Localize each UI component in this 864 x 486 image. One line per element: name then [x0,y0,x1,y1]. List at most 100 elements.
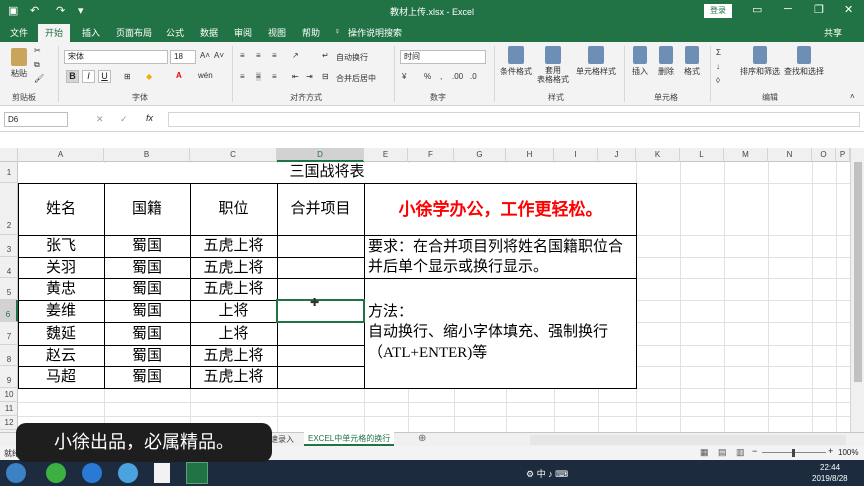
tab-data[interactable]: 数据 [200,26,218,39]
minimize-icon[interactable]: ─ [784,3,792,15]
table-format-button[interactable]: 套用 表格格式 [534,46,572,84]
table-cell[interactable]: 赵云 [18,346,104,366]
row-header-2[interactable]: 2 [0,183,18,235]
grow-font-icon[interactable]: A˄ [200,51,210,60]
tell-me-search[interactable]: 操作说明搜索 [348,26,402,39]
clock-time[interactable]: 22:44 [820,463,840,472]
column-header-k[interactable]: K [636,148,680,162]
table-cell[interactable]: 关羽 [18,258,104,278]
header-cell-name[interactable]: 姓名 [18,184,104,235]
table-cell[interactable]: 马超 [18,367,104,388]
table-cell[interactable]: 蜀国 [104,346,190,366]
tab-home[interactable]: 开始 [38,24,71,42]
column-header-f[interactable]: F [408,148,454,162]
header-cell-position[interactable]: 职位 [190,184,277,235]
enter-icon[interactable]: ✓ [120,114,128,125]
sheet-tab-active[interactable]: EXCEL中单元格的换行 [304,432,395,446]
indent-increase-icon[interactable]: ⇥ [306,72,313,81]
align-center-icon[interactable]: ≡ [256,72,261,81]
select-all-corner[interactable] [0,148,18,162]
restore-icon[interactable]: ❐ [814,3,824,16]
percent-icon[interactable]: % [424,72,431,81]
number-format-select[interactable]: 时间 [400,50,486,64]
app-icon-green[interactable] [46,463,66,483]
table-cell[interactable]: 蜀国 [104,236,190,257]
vertical-scrollbar[interactable] [850,148,864,432]
row-header-5[interactable]: 5 [0,278,18,300]
clock-date[interactable]: 2019/8/28 [812,474,848,483]
cancel-icon[interactable]: ✕ [96,114,104,125]
font-name-select[interactable]: 宋体 [64,50,168,64]
align-left-icon[interactable]: ≡ [240,72,245,81]
app-icon-k[interactable] [82,463,102,483]
table-cell[interactable]: 五虎上将 [190,258,277,278]
format-cells-button[interactable]: 格式 [680,46,704,77]
cut-icon[interactable]: ✂ [34,46,41,55]
tab-insert[interactable]: 插入 [82,26,100,39]
row-header-9[interactable]: 9 [0,366,18,388]
row-header-8[interactable]: 8 [0,345,18,366]
tab-file[interactable]: 文件 [10,26,28,39]
row-header-4[interactable]: 4 [0,257,18,278]
border-icon[interactable]: ⊞ [124,72,131,81]
header-cell-merged[interactable]: 合并项目 [277,184,364,235]
app-icon-cloud[interactable] [118,463,138,483]
bold-button[interactable]: B [66,70,79,83]
tab-view[interactable]: 视图 [268,26,286,39]
column-header-m[interactable]: M [724,148,768,162]
login-button[interactable]: 登录 [704,4,732,18]
column-header-c[interactable]: C [190,148,277,162]
delete-cells-button[interactable]: 删除 [654,46,678,77]
table-cell[interactable]: 蜀国 [104,323,190,345]
row-header-11[interactable]: 11 [0,402,18,416]
orientation-icon[interactable]: ↗ [292,51,299,60]
sort-filter-button[interactable]: 排序和筛选 [738,46,782,77]
increase-decimal-icon[interactable]: .00 [452,72,463,81]
column-header-l[interactable]: L [680,148,724,162]
merge-center-button[interactable]: 合并后居中 [336,73,376,84]
row-header-7[interactable]: 7 [0,322,18,345]
sheet-tab-partial[interactable]: 速录入 [270,434,294,445]
paste-button[interactable]: 粘贴 [8,48,30,79]
align-middle-icon[interactable]: ≡ [256,51,261,60]
page-break-view-icon[interactable]: ▥ [736,447,745,458]
table-cell[interactable]: 魏延 [18,323,104,345]
fill-color-icon[interactable]: ◆ [146,72,152,81]
table-cell[interactable]: 蜀国 [104,301,190,322]
clear-icon[interactable]: ◊ [716,76,720,85]
sheet-title-cell[interactable]: 三国战将表 [18,162,636,183]
underline-button[interactable]: U [98,70,111,83]
formula-input[interactable] [168,112,860,127]
conditional-format-button[interactable]: 条件格式 [498,46,534,77]
header-cell-country[interactable]: 国籍 [104,184,190,235]
row-header-10[interactable]: 10 [0,388,18,402]
column-header-i[interactable]: I [554,148,598,162]
wrap-text-button[interactable]: 自动换行 [336,52,368,63]
column-header-d[interactable]: D [277,148,364,162]
column-header-p[interactable]: P [836,148,850,162]
function-icon[interactable]: fx [146,113,153,123]
add-sheet-icon[interactable]: ⊕ [418,433,426,444]
row-header-3[interactable]: 3 [0,235,18,257]
name-box[interactable]: D6 [4,112,68,127]
column-header-g[interactable]: G [454,148,506,162]
shrink-font-icon[interactable]: A˅ [214,51,224,60]
phonetic-icon[interactable]: wén [198,71,213,80]
ime-indicator-icon[interactable]: ⚙ 中 ♪ ⌨ [526,467,568,480]
row-header-12[interactable]: 12 [0,416,18,430]
excel-taskbar-icon[interactable] [186,462,208,484]
row-header-1[interactable]: 1 [0,162,18,183]
column-header-a[interactable]: A [18,148,104,162]
vertical-scroll-thumb[interactable] [854,162,862,382]
page-layout-view-icon[interactable]: ▤ [718,447,727,458]
decrease-decimal-icon[interactable]: .0 [470,72,477,81]
table-cell[interactable]: 五虎上将 [190,279,277,300]
share-button[interactable]: 共享 [824,26,842,39]
format-painter-icon[interactable]: 🖌 [34,74,44,83]
ribbon-options-icon[interactable]: ▭ [752,3,762,16]
table-cell[interactable]: 上将 [190,323,277,345]
table-cell[interactable]: 五虎上将 [190,346,277,366]
indent-decrease-icon[interactable]: ⇤ [292,72,299,81]
tab-help[interactable]: 帮助 [302,26,320,39]
horizontal-scrollbar[interactable] [530,435,846,445]
